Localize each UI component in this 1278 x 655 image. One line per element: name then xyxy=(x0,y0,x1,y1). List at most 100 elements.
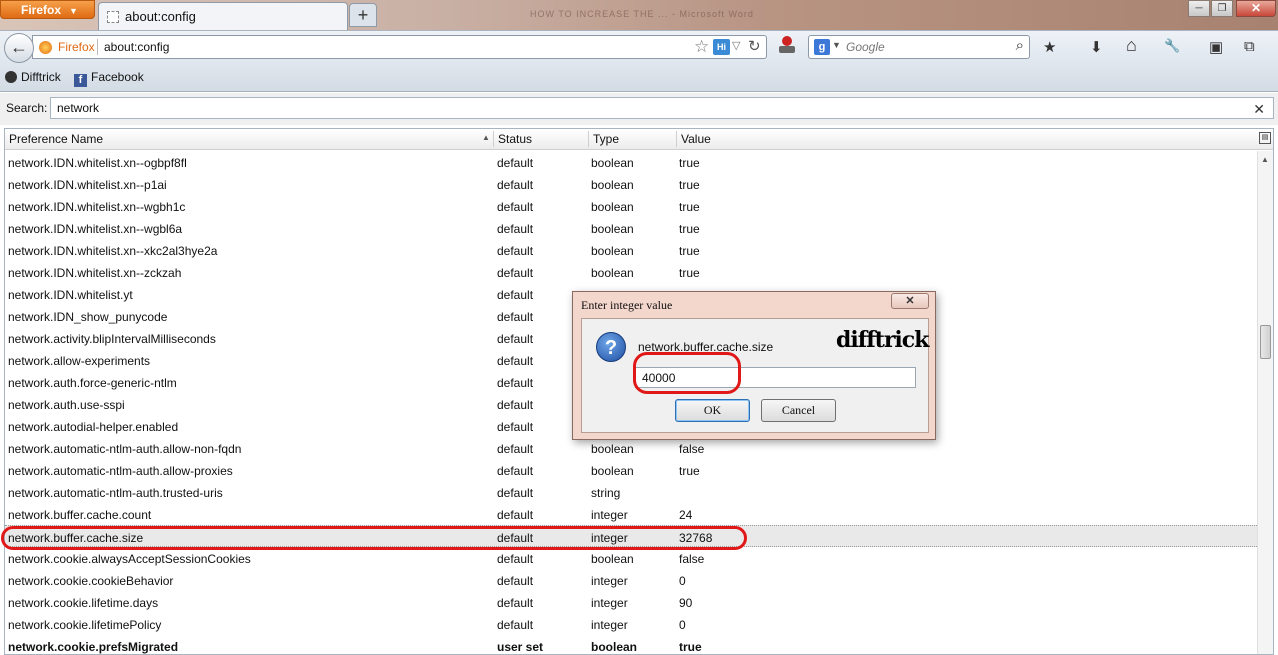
search-placeholder[interactable]: Google xyxy=(846,40,885,54)
table-row[interactable]: network.buffer.cache.size default integer 3… xyxy=(5,525,1257,547)
table-row[interactable]: network.IDN.whitelist.xn--xkc2al3hye2a de… xyxy=(5,239,1257,261)
table-row[interactable]: network.automatic-ntlm-auth.trusted-uris… xyxy=(5,481,1257,503)
value-cell: true xyxy=(679,156,700,170)
history-dropdown-icon[interactable]: ▽ xyxy=(732,39,740,52)
difftrick-icon xyxy=(5,71,17,83)
search-bar[interactable]: g ▼ Google ⌕ xyxy=(808,35,1030,59)
plus-icon: + xyxy=(357,5,369,25)
chevron-down-icon: ▼ xyxy=(69,6,78,16)
table-row[interactable]: network.IDN.whitelist.xn--p1ai default boo… xyxy=(5,173,1257,195)
panorama-icon[interactable]: ⧉ xyxy=(1244,38,1255,55)
firefox-menu-button[interactable]: Firefox ▼ xyxy=(0,0,95,19)
close-window-button[interactable]: ✕ xyxy=(1236,0,1276,17)
dialog-close-button[interactable]: ✕ xyxy=(891,293,929,309)
identity-label[interactable]: Firefox xyxy=(58,40,95,54)
status-cell: default xyxy=(497,244,534,258)
tab-title: about:config xyxy=(125,9,196,24)
table-row[interactable]: network.IDN.whitelist.xn--zckzah default b… xyxy=(5,261,1257,283)
column-divider[interactable] xyxy=(588,131,589,147)
vertical-scrollbar[interactable]: ▲ xyxy=(1257,151,1273,654)
home-icon[interactable]: ⌂ xyxy=(1126,35,1137,56)
minimize-button[interactable]: ─ xyxy=(1188,0,1210,17)
downloads-icon[interactable]: ⬇ xyxy=(1090,38,1103,56)
pref-name-cell: network.cookie.lifetime.days xyxy=(8,596,159,610)
status-cell: default xyxy=(497,618,534,632)
column-header-status[interactable]: Status xyxy=(498,132,532,146)
firefox-icon xyxy=(39,41,52,54)
table-row[interactable]: network.cookie.lifetimePolicy default inte… xyxy=(5,613,1257,635)
bookmark-facebook[interactable]: f Facebook xyxy=(74,70,144,87)
column-header-type[interactable]: Type xyxy=(593,132,619,146)
column-divider[interactable] xyxy=(676,131,677,147)
scrollbar-thumb[interactable] xyxy=(1260,325,1271,359)
tools-icon[interactable]: 🔧 xyxy=(1164,38,1180,54)
type-cell: boolean xyxy=(591,552,634,566)
column-picker-icon[interactable]: ▤ xyxy=(1259,132,1271,144)
adblock-icon[interactable] xyxy=(778,36,796,56)
engine-dropdown-icon[interactable]: ▼ xyxy=(832,40,841,50)
table-row[interactable]: network.cookie.cookieBehavior default inte… xyxy=(5,569,1257,591)
pref-name-cell: network.IDN.whitelist.xn--wgbh1c xyxy=(8,200,186,214)
ok-button[interactable]: OK xyxy=(675,399,750,422)
column-header-name[interactable]: Preference Name xyxy=(9,132,103,146)
type-cell: boolean xyxy=(591,266,634,280)
url-text[interactable]: about:config xyxy=(104,40,169,54)
table-row[interactable]: network.buffer.cache.count default integer… xyxy=(5,503,1257,525)
config-search-row: Search: network ✕ xyxy=(0,93,1278,125)
table-header: Preference Name ▲ Status Type Value ▤ xyxy=(5,129,1273,150)
sidebar-icon[interactable]: ▣ xyxy=(1209,38,1223,56)
pref-name-cell: network.buffer.cache.count xyxy=(8,508,152,522)
table-row[interactable]: network.IDN.whitelist.xn--wgbh1c default b… xyxy=(5,195,1257,217)
difftrick-watermark: difftrick xyxy=(836,327,929,353)
table-row[interactable]: network.automatic-ntlm-auth.allow-non-fq… xyxy=(5,437,1257,459)
status-cell: default xyxy=(497,200,534,214)
bookmark-difftrick[interactable]: Difftrick xyxy=(5,70,61,84)
status-cell: default xyxy=(497,156,534,170)
new-tab-button[interactable]: + xyxy=(349,3,377,27)
table-row[interactable]: network.automatic-ntlm-auth.allow-proxie… xyxy=(5,459,1257,481)
pref-name-cell: network.IDN.whitelist.xn--ogbpf8fl xyxy=(8,156,187,170)
integer-value-input[interactable]: 40000 xyxy=(635,367,916,388)
pref-name-cell: network.automatic-ntlm-auth.allow-proxie… xyxy=(8,464,233,478)
pref-name-cell: network.IDN.whitelist.xn--p1ai xyxy=(8,178,167,192)
pref-name-cell: network.cookie.alwaysAcceptSessionCookie… xyxy=(8,552,251,566)
scroll-up-icon[interactable]: ▲ xyxy=(1261,155,1269,164)
cancel-button[interactable]: Cancel xyxy=(761,399,836,422)
bookmark-star-icon[interactable]: ☆ xyxy=(694,37,709,57)
column-header-value[interactable]: Value xyxy=(681,132,711,146)
back-button[interactable]: ← xyxy=(4,33,34,63)
table-row[interactable]: network.IDN.whitelist.xn--wgbl6a default b… xyxy=(5,217,1257,239)
pref-name-cell: network.IDN.whitelist.yt xyxy=(8,288,133,302)
google-engine-icon[interactable]: g xyxy=(814,39,830,55)
firefox-menu-label: Firefox xyxy=(21,3,62,17)
value-cell: 32768 xyxy=(679,531,713,545)
table-row[interactable]: network.cookie.alwaysAcceptSessionCookie… xyxy=(5,547,1257,569)
extension-hi-icon[interactable]: Hi xyxy=(713,39,730,55)
value-cell: false xyxy=(679,442,705,456)
dialog-message: network.buffer.cache.size xyxy=(638,340,774,354)
enter-integer-dialog: Enter integer value ✕ ? network.buffer.c… xyxy=(572,291,936,440)
value-cell: 90 xyxy=(679,596,693,610)
table-row[interactable]: network.IDN.whitelist.xn--ogbpf8fl defaul… xyxy=(5,151,1257,173)
status-cell: user set xyxy=(497,640,544,654)
reload-icon[interactable]: ↻ xyxy=(748,37,761,55)
type-cell: integer xyxy=(591,508,628,522)
table-row[interactable]: network.cookie.lifetime.days default integ… xyxy=(5,591,1257,613)
tab-about-config[interactable]: about:config xyxy=(98,2,348,30)
search-icon[interactable]: ⌕ xyxy=(1016,37,1024,54)
value-cell: false xyxy=(679,552,705,566)
maximize-icon: ❐ xyxy=(1217,3,1227,14)
question-icon: ? xyxy=(596,332,626,362)
column-divider[interactable] xyxy=(493,131,494,147)
status-cell: default xyxy=(497,222,534,236)
clear-search-icon[interactable]: ✕ xyxy=(1253,101,1265,118)
maximize-button[interactable]: ❐ xyxy=(1211,0,1233,17)
value-cell: true xyxy=(679,222,700,236)
config-search-input[interactable]: network ✕ xyxy=(50,97,1274,119)
pref-name-cell: network.IDN.whitelist.xn--wgbl6a xyxy=(8,222,183,236)
url-bar[interactable]: Firefox about:config ☆ Hi ▽ ↻ xyxy=(32,35,767,59)
status-cell: default xyxy=(497,508,534,522)
table-row[interactable]: network.cookie.prefsMigrated user set bool… xyxy=(5,635,1257,654)
status-cell: default xyxy=(497,596,534,610)
bookmarks-menu-icon[interactable]: ★ xyxy=(1043,38,1056,56)
